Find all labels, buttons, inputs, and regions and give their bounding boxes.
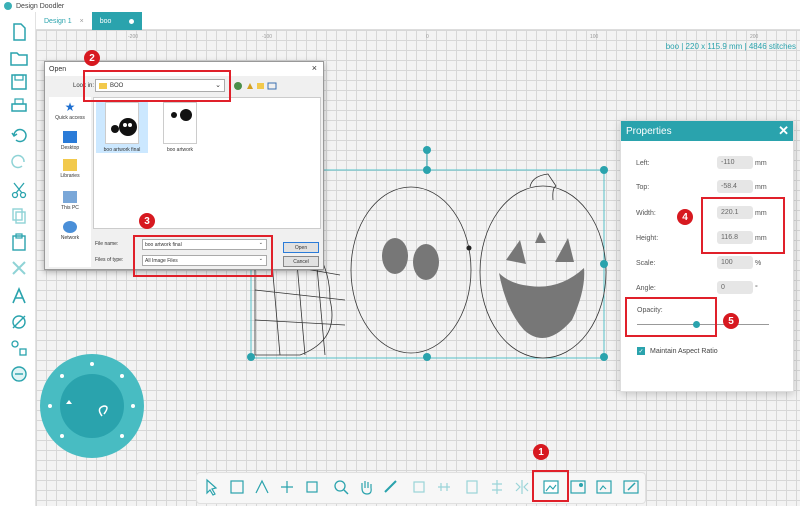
top-field[interactable]: -58.4 (717, 180, 753, 193)
node-edit-icon[interactable] (253, 478, 271, 496)
file-name: boo artwork final (103, 147, 141, 153)
view-menu-icon (267, 82, 277, 90)
step-badge-4: 4 (677, 209, 693, 225)
tool-wheel-icons (48, 362, 135, 438)
desktop-icon (63, 131, 77, 143)
scale-unit: % (755, 260, 762, 267)
back-icon (234, 82, 242, 90)
nav-buttons[interactable] (233, 80, 283, 92)
top-label: Top: (636, 184, 650, 191)
file-item[interactable]: boo artwork (154, 102, 206, 153)
trace-image-icon[interactable] (595, 478, 613, 496)
step-badge-5: 5 (723, 313, 739, 329)
wheel-line-icon (48, 404, 52, 408)
maintain-aspect-checkbox[interactable]: ✓ Maintain Aspect Ratio (637, 347, 718, 355)
top-unit: mm (755, 184, 767, 191)
zoom-icon[interactable] (332, 478, 350, 496)
step-badge-2: 2 (84, 50, 100, 66)
left-unit: mm (755, 160, 767, 167)
libraries-icon (63, 159, 77, 171)
places-bar: ★ Quick access Desktop Libraries This PC… (49, 97, 91, 267)
wheel-brush-icon (120, 374, 124, 378)
left-field[interactable]: -110 (717, 156, 753, 169)
file-list: boo artwork final boo artwork (93, 97, 321, 229)
network-icon (63, 221, 77, 233)
mirror-icon[interactable] (513, 478, 531, 496)
place-desktop[interactable]: Desktop (49, 131, 91, 151)
boo-thumbnail (105, 102, 139, 144)
place-this-pc[interactable]: This PC (49, 191, 91, 211)
file-name-label: File name: (95, 241, 119, 247)
properties-header: Properties (621, 121, 793, 141)
file-type-label: Files of type: (95, 257, 124, 263)
place-quick-access[interactable]: ★ Quick access (49, 101, 91, 121)
select-arrow-icon[interactable] (203, 478, 221, 496)
new-folder-icon (257, 83, 264, 89)
cancel-button[interactable]: Cancel (283, 256, 319, 267)
transform-icon[interactable] (278, 478, 296, 496)
angle-unit: ° (755, 285, 758, 292)
properties-panel: Properties ✕ Left: -110 mm Top: -58.4 mm… (620, 120, 794, 392)
wheel-pencil-icon (90, 362, 94, 366)
scale-label: Scale: (636, 260, 656, 267)
highlight-box-3 (133, 235, 273, 277)
wheel-fill-icon (120, 434, 124, 438)
star-icon: ★ (64, 100, 76, 114)
wheel-pen-icon (60, 374, 64, 378)
open-button[interactable]: Open (283, 242, 319, 253)
measure-icon[interactable] (382, 478, 400, 496)
highlight-box-4 (701, 197, 785, 254)
boo-thumbnail (163, 102, 197, 144)
left-label: Left: (636, 160, 650, 167)
file-name: boo artwork (166, 147, 194, 153)
pan-hand-icon[interactable] (357, 478, 375, 496)
select-box-icon[interactable] (228, 478, 246, 496)
angle-field[interactable]: 0 (717, 281, 753, 294)
image-settings-icon[interactable] (569, 478, 587, 496)
highlight-box-2 (83, 70, 231, 102)
step-badge-1: 1 (533, 444, 549, 460)
place-network[interactable]: Network (49, 221, 91, 241)
wheel-stamp-icon (131, 404, 135, 408)
step-badge-3: 3 (139, 213, 155, 229)
align-icon[interactable] (435, 478, 453, 496)
width-label: Width: (636, 210, 656, 217)
file-item[interactable]: boo artwork final (96, 102, 148, 153)
place-libraries[interactable]: Libraries (49, 159, 91, 179)
maintain-aspect-label: Maintain Aspect Ratio (650, 347, 718, 355)
dialog-close-button[interactable]: × (312, 63, 317, 73)
distribute-icon[interactable] (488, 478, 506, 496)
angle-label: Angle: (636, 285, 656, 292)
wheel-eraser-icon (60, 434, 64, 438)
fit-icon[interactable] (410, 478, 428, 496)
draw-image-icon[interactable] (622, 478, 640, 496)
group-icon[interactable] (463, 478, 481, 496)
close-icon[interactable]: ✕ (778, 123, 789, 139)
checkbox-checked-icon: ✓ (637, 347, 645, 355)
computer-icon (63, 191, 77, 203)
crop-icon[interactable] (303, 478, 321, 496)
wheel-node-icon (66, 400, 72, 404)
scale-field[interactable]: 100 (717, 256, 753, 269)
highlight-box-1 (532, 470, 569, 502)
up-folder-icon (247, 83, 253, 89)
height-label: Height: (636, 235, 659, 242)
properties-title: Properties (626, 125, 672, 137)
dialog-title: Open (49, 65, 67, 73)
highlight-box-5 (625, 297, 717, 337)
